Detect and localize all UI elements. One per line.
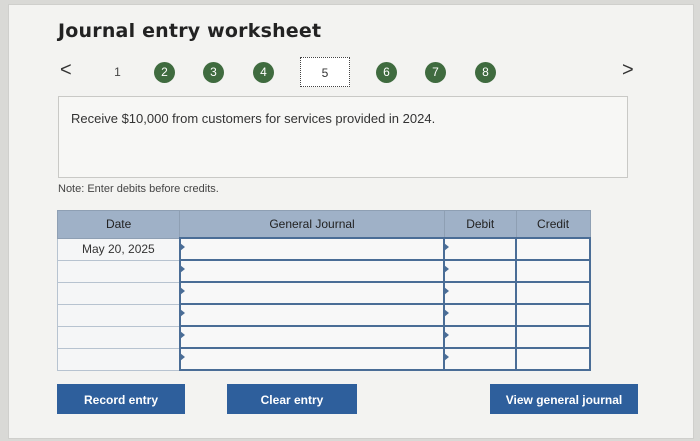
account-input[interactable]	[178, 303, 446, 327]
table-row	[56, 281, 591, 305]
credit-input[interactable]	[515, 237, 591, 261]
date-cell	[56, 347, 181, 371]
credit-input[interactable]	[515, 259, 591, 283]
credit-input[interactable]	[515, 347, 591, 371]
debit-input[interactable]	[443, 347, 518, 371]
credit-column-header: Credit	[515, 210, 591, 239]
step-2[interactable]: 2	[154, 62, 175, 83]
account-input[interactable]	[178, 259, 446, 283]
prev-arrow-icon[interactable]: <	[60, 60, 72, 80]
table-row	[56, 347, 591, 371]
credit-input[interactable]	[515, 281, 591, 305]
dropdown-caret-icon	[179, 243, 185, 251]
debit-input[interactable]	[443, 281, 518, 305]
table-row	[56, 303, 591, 327]
date-cell: May 20, 2025	[56, 237, 181, 261]
table-row	[56, 325, 591, 349]
debit-input[interactable]	[443, 325, 518, 349]
dropdown-caret-icon	[179, 353, 185, 361]
view-general-journal-button[interactable]: View general journal	[490, 384, 638, 414]
step-8[interactable]: 8	[475, 62, 496, 83]
transaction-description-box: Receive $10,000 from customers for servi…	[58, 96, 628, 178]
dropdown-caret-icon	[179, 265, 185, 273]
clear-entry-button[interactable]: Clear entry	[227, 384, 357, 414]
debit-column-header: Debit	[443, 210, 517, 239]
table-row	[56, 259, 591, 283]
account-input[interactable]	[178, 347, 446, 371]
page-title: Journal entry worksheet	[58, 20, 322, 42]
credit-input[interactable]	[515, 325, 591, 349]
table-header-row: Date General Journal Debit Credit	[56, 210, 591, 239]
dropdown-caret-icon	[444, 331, 450, 339]
step-4[interactable]: 4	[253, 62, 274, 83]
date-cell	[56, 259, 181, 283]
dropdown-caret-icon	[444, 243, 450, 251]
dropdown-caret-icon	[444, 353, 450, 361]
dropdown-caret-icon	[444, 265, 450, 273]
dropdown-caret-icon	[179, 309, 185, 317]
date-cell	[56, 325, 181, 349]
account-input[interactable]	[178, 237, 446, 261]
table-row: May 20, 2025	[56, 237, 591, 261]
account-input[interactable]	[178, 325, 446, 349]
date-cell	[56, 281, 181, 305]
debit-input[interactable]	[443, 303, 518, 327]
step-7[interactable]: 7	[425, 62, 446, 83]
date-cell	[56, 303, 181, 327]
dropdown-caret-icon	[444, 309, 450, 317]
dropdown-caret-icon	[179, 331, 185, 339]
debit-input[interactable]	[443, 237, 518, 261]
step-1[interactable]: 1	[107, 62, 128, 83]
transaction-description: Receive $10,000 from customers for servi…	[71, 111, 436, 126]
record-entry-button[interactable]: Record entry	[57, 384, 185, 414]
next-arrow-icon[interactable]: >	[622, 60, 634, 80]
account-input[interactable]	[178, 281, 446, 305]
date-column-header: Date	[56, 210, 181, 239]
debit-input[interactable]	[443, 259, 518, 283]
general-journal-column-header: General Journal	[179, 210, 445, 239]
journal-entry-table: Date General Journal Debit Credit May 20…	[56, 210, 591, 371]
step-5-current[interactable]: 5	[300, 57, 350, 87]
step-6[interactable]: 6	[376, 62, 397, 83]
credit-input[interactable]	[515, 303, 591, 327]
note-text: Note: Enter debits before credits.	[58, 183, 219, 195]
step-3[interactable]: 3	[203, 62, 224, 83]
dropdown-caret-icon	[444, 287, 450, 295]
dropdown-caret-icon	[179, 287, 185, 295]
